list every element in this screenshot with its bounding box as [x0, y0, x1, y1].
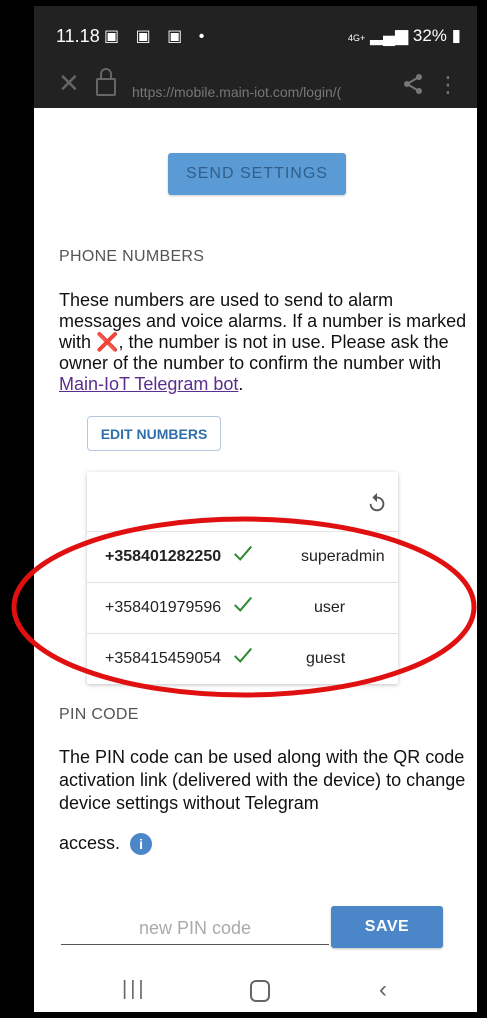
- pin-code-description: The PIN code can be used along with the …: [59, 747, 466, 813]
- phone-frame-right: [477, 0, 487, 1018]
- browser-url-bar: ✕ https://mobile.main-iot.com/login/( ⋮: [34, 60, 477, 108]
- table-row: +358415459054 guest: [87, 633, 398, 684]
- table-row: +358401282250 superadmin: [87, 531, 398, 582]
- signal-icon: ▂▄▆: [369, 26, 409, 45]
- close-icon[interactable]: ✕: [58, 68, 80, 99]
- pin-code-access-text: access.: [59, 833, 121, 853]
- battery-level: 32%: [412, 26, 447, 45]
- url-text[interactable]: https://mobile.main-iot.com/login/(: [132, 84, 392, 100]
- save-pin-button[interactable]: SAVE: [331, 906, 443, 948]
- notification-icons: ▣ ▣ ▣ •: [104, 28, 211, 45]
- role-label: superadmin: [301, 548, 385, 565]
- description-end: .: [238, 374, 244, 394]
- telegram-bot-link[interactable]: Main-IoT Telegram bot: [59, 374, 238, 394]
- status-right: 4G+ ▂▄▆ 32% ▮: [348, 26, 461, 46]
- phone-number: +358415459054: [105, 650, 222, 667]
- battery-icon: ▮: [451, 26, 461, 45]
- edit-numbers-button[interactable]: EDIT NUMBERS: [87, 416, 221, 451]
- network-indicator: 4G+: [347, 33, 366, 43]
- info-icon[interactable]: i: [130, 833, 153, 856]
- x-mark-icon: ❌: [96, 332, 119, 352]
- status-time: 11.18: [56, 26, 100, 46]
- share-icon[interactable]: [401, 72, 425, 96]
- pin-code-description-tail: access. i: [59, 832, 469, 856]
- phone-frame-bottom: [0, 1012, 487, 1018]
- phone-screen: 11.18 ▣ ▣ ▣ • 4G+ ▂▄▆ 32% ▮ ✕ https://mo…: [34, 6, 477, 1012]
- status-bar: 11.18 ▣ ▣ ▣ • 4G+ ▂▄▆ 32% ▮: [34, 6, 477, 60]
- table-row: +358401979596 user: [87, 582, 398, 633]
- phone-number: +358401979596: [105, 599, 222, 616]
- recent-apps-icon[interactable]: |||: [122, 978, 147, 1001]
- refresh-icon[interactable]: [366, 492, 388, 514]
- home-icon[interactable]: [250, 980, 270, 1002]
- pin-code-title: PIN CODE: [59, 706, 139, 723]
- lock-icon[interactable]: [96, 68, 116, 96]
- back-icon[interactable]: ‹: [379, 976, 387, 1004]
- phone-numbers-description: These numbers are used to send to alarm …: [59, 290, 469, 395]
- description-part2: , the number is not in use. Please ask t…: [59, 332, 449, 373]
- phone-numbers-table: +358401282250 superadmin +358401979596 u…: [87, 472, 398, 684]
- pin-code-input[interactable]: [61, 912, 329, 945]
- role-label: user: [314, 599, 346, 616]
- android-nav-bar: ||| ‹: [34, 966, 477, 1012]
- send-settings-button[interactable]: SEND SETTINGS: [168, 153, 346, 195]
- check-icon: [234, 545, 253, 561]
- role-label: guest: [306, 650, 346, 667]
- check-icon: [234, 596, 253, 612]
- more-vert-icon[interactable]: ⋮: [437, 72, 459, 98]
- phone-frame-left: [0, 0, 34, 1018]
- phone-numbers-title: PHONE NUMBERS: [59, 248, 205, 265]
- check-icon: [234, 647, 253, 663]
- phone-number: +358401282250: [105, 548, 222, 565]
